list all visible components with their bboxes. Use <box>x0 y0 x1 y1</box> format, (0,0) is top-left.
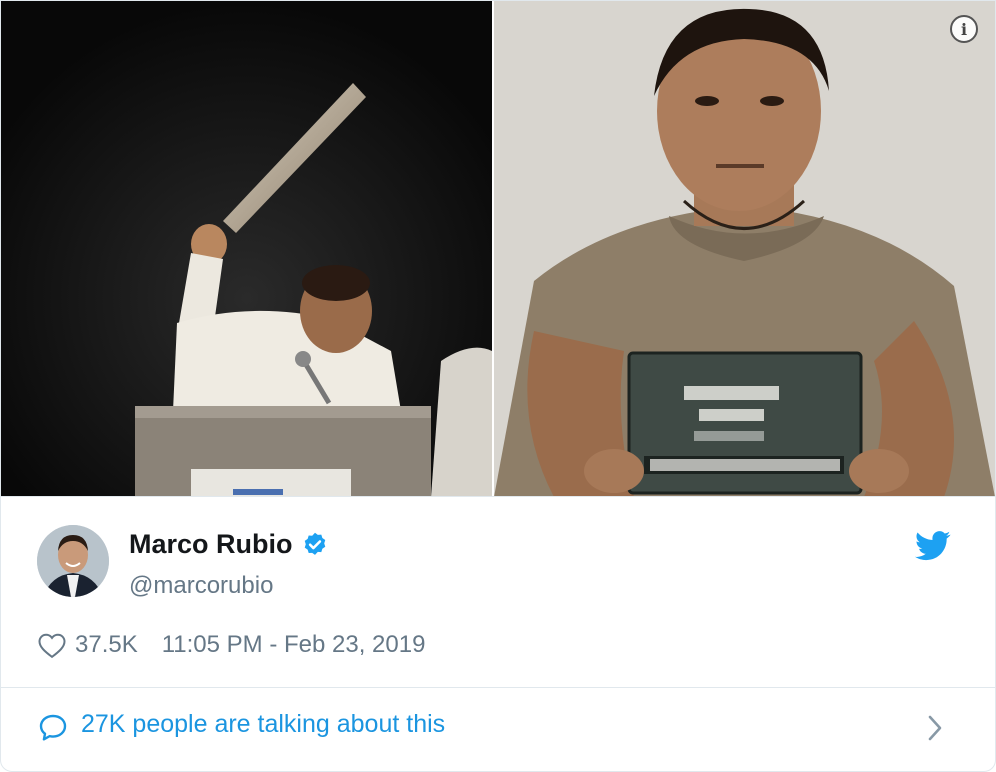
tweet-photo-left[interactable] <box>1 1 492 497</box>
tweet-meta: 37.5K 11:05 PM - Feb 23, 2019 <box>37 631 425 659</box>
name-row[interactable]: Marco Rubio <box>129 529 329 560</box>
tweet-photo-right[interactable] <box>494 1 995 497</box>
display-name[interactable]: Marco Rubio <box>129 529 293 560</box>
handle[interactable]: @marcorubio <box>129 572 273 600</box>
media-border <box>1 496 995 497</box>
conversation-text[interactable]: 27K people are talking about this <box>81 710 445 739</box>
embedded-tweet-card: i Marco Rubio @marcorubio 37.5K 11:05 PM… <box>0 0 996 772</box>
photo-man-with-machete <box>1 1 492 497</box>
avatar[interactable] <box>37 525 109 597</box>
info-button[interactable]: i <box>950 15 978 43</box>
chevron-right-icon <box>928 715 942 741</box>
info-icon: i <box>960 19 968 39</box>
verified-badge-icon <box>304 532 325 555</box>
photo-mugshot <box>494 1 995 497</box>
twitter-bird-icon[interactable] <box>915 531 951 561</box>
timestamp[interactable]: 11:05 PM - Feb 23, 2019 <box>162 631 426 659</box>
avatar-portrait <box>37 525 109 597</box>
speech-bubble-icon <box>39 714 67 741</box>
conversation-link[interactable]: 27K people are talking about this <box>1 688 995 771</box>
tweet-media[interactable]: i <box>1 1 995 497</box>
like-count[interactable]: 37.5K <box>75 631 138 659</box>
heart-icon[interactable] <box>37 631 67 659</box>
